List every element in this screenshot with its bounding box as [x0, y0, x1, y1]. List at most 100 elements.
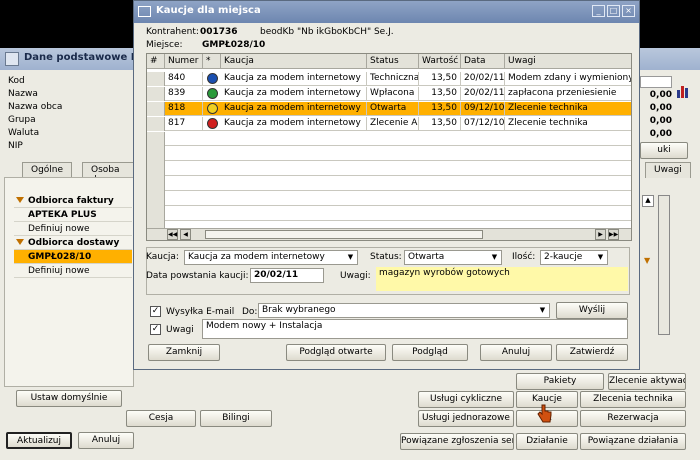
uslugi-cykliczne-button[interactable]: Usługi cykliczne — [418, 391, 514, 408]
table-row[interactable]: 817 Kaucja za modem internetowy Zlecenie A… — [147, 117, 631, 131]
tree-ship-to-header[interactable]: Odbiorca dostawy — [14, 236, 132, 250]
row-header — [147, 87, 165, 101]
powiazane-zgloszenia-button[interactable]: Powiązane zgłoszenia serv — [400, 433, 514, 450]
empty-row — [147, 132, 631, 146]
cell-status: Techniczna — [367, 72, 419, 86]
kaucje-dialog: Kaucje dla miejsca _ □ × Kontrahent: 001… — [133, 0, 640, 370]
preview-open-button[interactable]: Podgląd otwarte — [286, 344, 386, 361]
info-icon — [207, 73, 218, 84]
right-partial-button[interactable]: uki — [640, 142, 688, 159]
col-header-data[interactable]: Data — [461, 54, 505, 69]
close-button[interactable]: Zamknij — [148, 344, 220, 361]
dialog-cancel-button[interactable]: Anuluj — [480, 344, 552, 361]
chart-icon[interactable] — [676, 84, 690, 98]
cell-kaucja: Kaucja za modem internetowy — [221, 87, 367, 101]
ilosc-dropdown-icon[interactable]: ▼ — [595, 252, 606, 263]
cell-kaucja: Kaucja za modem internetowy — [221, 102, 367, 116]
row-header — [147, 102, 165, 116]
col-header-wartosc[interactable]: Wartość — [419, 54, 461, 69]
field-label-grupa: Grupa — [8, 115, 36, 125]
deposits-grid[interactable]: # Numer * Kaucja Status Wartość Data Uwa… — [146, 53, 632, 241]
kaucja-dropdown-icon[interactable]: ▼ — [345, 252, 356, 263]
status-select[interactable]: Otwarta ▼ — [404, 250, 502, 265]
col-header-kaucja[interactable]: Kaucja — [221, 54, 367, 69]
tab-uwagi[interactable]: Uwagi — [645, 162, 691, 178]
to-dropdown-icon[interactable]: ▼ — [537, 305, 548, 316]
zlecenia-technika-button[interactable]: Zlecenia technika — [580, 391, 686, 408]
cell-numer: 818 — [165, 102, 203, 116]
scroll-left-icon[interactable]: ◀ — [180, 229, 191, 240]
cell-data: 20/02/11 — [461, 72, 505, 86]
uwagi-label: Uwagi — [166, 325, 194, 335]
cell-wartosc: 13,50 — [419, 72, 461, 86]
table-row[interactable]: 839 Kaucja za modem internetowy Wpłacona 13… — [147, 87, 631, 101]
col-header-status[interactable]: Status — [367, 54, 419, 69]
empty-row — [147, 177, 631, 191]
preview-button[interactable]: Podgląd — [392, 344, 468, 361]
cell-data: 09/12/10 — [461, 102, 505, 116]
cell-uwagi: Modem zdany i wymieniony — [505, 72, 631, 86]
contractor-label: Kontrahent: — [146, 27, 199, 37]
scroll-thumb[interactable] — [205, 230, 483, 239]
notes-input[interactable]: magazyn wyrobów gotowych — [376, 267, 628, 291]
contractor-name: beodKb "Nb ikGboKbCH" Se.J. — [260, 27, 394, 37]
email-checkbox[interactable]: ✓ — [150, 306, 161, 317]
col-header-uwagi[interactable]: Uwagi — [505, 54, 631, 69]
tree-define-new-2[interactable]: Definiuj nowe — [14, 264, 132, 278]
minimize-icon[interactable]: _ — [592, 5, 605, 17]
col-header-numer[interactable]: Numer — [165, 54, 203, 69]
tree-ship-to-value[interactable]: GMPŁ028/10 — [14, 250, 132, 264]
status-label: Status: — [370, 252, 402, 262]
uwagi-checkbox[interactable]: ✓ — [150, 324, 161, 335]
col-header-hash: # — [147, 54, 165, 69]
status-dropdown-icon[interactable]: ▼ — [489, 252, 500, 263]
dzialanie-button[interactable]: Działanie — [516, 433, 578, 450]
hand-cursor-icon — [536, 403, 554, 425]
empty-row — [147, 192, 631, 206]
tab-ogolne[interactable]: Ogólne — [22, 162, 73, 178]
cell-status: Zlecenie An — [367, 117, 419, 131]
table-row[interactable]: 840 Kaucja za modem internetowy Techniczna… — [147, 72, 631, 86]
send-button[interactable]: Wyślij — [556, 302, 628, 319]
tab-osoba[interactable]: Osoba d — [82, 162, 134, 185]
cell-kaucja: Kaucja za modem internetowy — [221, 72, 367, 86]
cell-status: Wpłacona — [367, 87, 419, 101]
set-default-button[interactable]: Ustaw domyślnie — [16, 390, 122, 407]
cell-uwagi: Zlecenie technika — [505, 117, 631, 131]
scroll-up-icon[interactable]: ▲ — [642, 195, 654, 207]
ilosc-select[interactable]: 2-kaucje ▼ — [540, 250, 608, 265]
close-icon[interactable]: × — [622, 5, 635, 17]
right-scrollbar[interactable] — [658, 195, 670, 335]
col-header-star[interactable]: * — [203, 54, 221, 69]
scroll-first-icon[interactable]: ◀◀ — [167, 229, 178, 240]
kaucja-select[interactable]: Kaucja za modem internetowy ▼ — [184, 250, 358, 265]
cesja-button[interactable]: Cesja — [126, 410, 196, 427]
table-row[interactable]: 818 Kaucja za modem internetowy Otwarta 13,… — [147, 102, 631, 116]
update-button[interactable]: Aktualizuj — [6, 432, 72, 449]
to-select[interactable]: Brak wybranego ▼ — [258, 303, 550, 318]
uslugi-jednorazowe-button[interactable]: Usługi jednorazowe — [418, 410, 514, 427]
place-value: GMPŁ028/10 — [202, 40, 266, 50]
tree-define-new-1[interactable]: Definiuj nowe — [14, 222, 132, 236]
uwagi-input[interactable]: Modem nowy + Instalacja — [202, 319, 628, 339]
pakiety-button[interactable]: Pakiety — [516, 373, 604, 390]
right-dropdown[interactable] — [640, 76, 672, 88]
dropdown-arrow-icon[interactable]: ▼ — [644, 256, 654, 265]
confirm-button[interactable]: Zatwierdź — [556, 344, 628, 361]
powiazane-dzialania-button[interactable]: Powiązane działania — [580, 433, 686, 450]
bilingi-button[interactable]: Bilingi — [200, 410, 272, 427]
cancel-button[interactable]: Anuluj — [78, 432, 134, 449]
empty-row — [147, 162, 631, 176]
scroll-last-icon[interactable]: ▶▶ — [608, 229, 619, 240]
row-header-column — [147, 132, 165, 228]
date-input[interactable]: 20/02/11 — [250, 268, 324, 283]
date-label: Data powstania kaucji: — [146, 271, 249, 281]
tree-bill-to-value[interactable]: APTEKA PLUS — [14, 208, 132, 222]
horizontal-scrollbar[interactable]: ◀◀ ◀ ▶ ▶▶ — [147, 228, 631, 240]
rezerwacja-button[interactable]: Rezerwacja — [580, 410, 686, 427]
maximize-icon[interactable]: □ — [607, 5, 620, 17]
cancel-icon — [207, 118, 218, 129]
scroll-right-icon[interactable]: ▶ — [595, 229, 606, 240]
zlecenie-aktywacji-button[interactable]: Zlecenie aktywacji — [608, 373, 686, 390]
tree-bill-to-header[interactable]: Odbiorca faktury — [14, 194, 132, 208]
